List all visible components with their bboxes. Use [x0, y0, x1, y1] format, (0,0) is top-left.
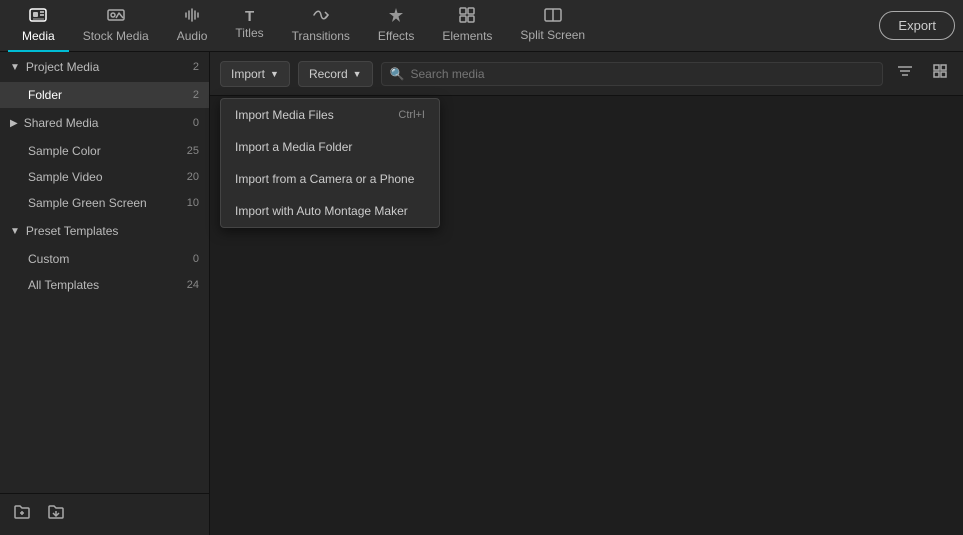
search-input[interactable] — [411, 67, 875, 81]
titles-icon: T — [245, 9, 254, 24]
top-navigation: Media Stock Media Audio T Titles Transit… — [0, 0, 963, 52]
sidebar-item-label-sample-video: Sample Video — [28, 170, 103, 184]
sidebar-item-label-all-templates: All Templates — [28, 278, 99, 292]
sidebar-item-label-folder: Folder — [28, 88, 62, 102]
nav-label-effects: Effects — [378, 29, 414, 43]
sidebar-item-sample-color[interactable]: Sample Color 25 — [0, 138, 209, 164]
main-layout: ▼ Project Media 2 Folder 2 ▶ Shared Medi… — [0, 52, 963, 535]
sidebar-group-project-media[interactable]: ▼ Project Media 2 — [0, 52, 209, 82]
dropdown-item-label-import-media-folder: Import a Media Folder — [235, 140, 352, 154]
sidebar-group-label-preset-templates: Preset Templates — [26, 224, 119, 238]
nav-item-media[interactable]: Media — [8, 0, 69, 52]
nav-item-titles[interactable]: T Titles — [221, 0, 277, 52]
effects-icon — [388, 7, 404, 27]
sidebar-item-label-sample-green-screen: Sample Green Screen — [28, 196, 147, 210]
content-area: Import ▼ Record ▼ 🔍 Import Media Files — [210, 52, 963, 535]
nav-label-media: Media — [22, 29, 55, 43]
sidebar-group-count-project-media: 2 — [193, 61, 199, 73]
dropdown-item-import-media-folder[interactable]: Import a Media Folder — [221, 131, 439, 163]
nav-label-titles: Titles — [235, 26, 263, 40]
nav-label-elements: Elements — [442, 29, 492, 43]
chevron-down-icon-2: ▼ — [10, 226, 20, 237]
chevron-down-icon-3: ▼ — [270, 69, 279, 79]
sidebar-item-label-sample-color: Sample Color — [28, 144, 101, 158]
dropdown-item-label-import-camera-phone: Import from a Camera or a Phone — [235, 172, 414, 186]
sidebar-item-sample-video[interactable]: Sample Video 20 — [0, 164, 209, 190]
import-folder-button[interactable] — [44, 500, 68, 529]
sidebar-item-custom[interactable]: Custom 0 — [0, 246, 209, 272]
toolbar: Import ▼ Record ▼ 🔍 — [210, 52, 963, 96]
nav-item-elements[interactable]: Elements — [428, 0, 506, 52]
sidebar-item-folder[interactable]: Folder 2 — [0, 82, 209, 108]
record-label: Record — [309, 67, 348, 81]
nav-item-effects[interactable]: Effects — [364, 0, 428, 52]
sidebar-item-label-custom: Custom — [28, 252, 69, 266]
sidebar-item-count-sample-color: 25 — [187, 145, 199, 157]
sidebar-item-all-templates[interactable]: All Templates 24 — [0, 272, 209, 298]
dropdown-item-label-import-auto-montage: Import with Auto Montage Maker — [235, 204, 408, 218]
export-button[interactable]: Export — [879, 11, 955, 40]
nav-item-split-screen[interactable]: Split Screen — [506, 0, 599, 52]
split-screen-icon — [544, 8, 562, 26]
elements-icon — [459, 7, 475, 27]
media-icon — [29, 7, 47, 27]
sidebar-group-label-shared-media: Shared Media — [24, 116, 99, 130]
audio-icon — [184, 7, 200, 27]
sidebar-item-count-folder: 2 — [193, 89, 199, 101]
filter-button[interactable] — [891, 60, 919, 87]
dropdown-item-shortcut-import-media-files: Ctrl+I — [398, 109, 425, 121]
search-box: 🔍 — [381, 62, 883, 86]
sidebar-item-sample-green-screen[interactable]: Sample Green Screen 10 — [0, 190, 209, 216]
stock-media-icon — [107, 7, 125, 27]
sidebar-group-count-shared-media: 0 — [193, 117, 199, 129]
sidebar-group-shared-media[interactable]: ▶ Shared Media 0 — [0, 108, 209, 138]
new-folder-button[interactable] — [10, 500, 34, 529]
sidebar-footer — [0, 493, 209, 535]
nav-item-audio[interactable]: Audio — [163, 0, 222, 52]
chevron-right-icon: ▶ — [10, 118, 18, 129]
sidebar-item-count-sample-video: 20 — [187, 171, 199, 183]
search-icon: 🔍 — [390, 67, 405, 81]
import-dropdown-menu: Import Media Files Ctrl+I Import a Media… — [220, 98, 440, 228]
transitions-icon — [312, 7, 330, 27]
import-label: Import — [231, 67, 265, 81]
dropdown-item-import-auto-montage[interactable]: Import with Auto Montage Maker — [221, 195, 439, 227]
nav-label-audio: Audio — [177, 29, 208, 43]
nav-label-transitions: Transitions — [292, 29, 350, 43]
sidebar-item-count-custom: 0 — [193, 253, 199, 265]
sidebar-group-preset-templates[interactable]: ▼ Preset Templates — [0, 216, 209, 246]
nav-label-stock-media: Stock Media — [83, 29, 149, 43]
chevron-down-icon-4: ▼ — [353, 69, 362, 79]
record-dropdown-button[interactable]: Record ▼ — [298, 61, 373, 87]
nav-label-split-screen: Split Screen — [520, 28, 585, 42]
grid-view-button[interactable] — [927, 60, 953, 87]
dropdown-item-label-import-media-files: Import Media Files — [235, 108, 334, 122]
chevron-down-icon: ▼ — [10, 62, 20, 73]
sidebar-group-label-project-media: Project Media — [26, 60, 99, 74]
sidebar-item-count-sample-green-screen: 10 — [187, 197, 199, 209]
import-dropdown-button[interactable]: Import ▼ — [220, 61, 290, 87]
dropdown-item-import-camera-phone[interactable]: Import from a Camera or a Phone — [221, 163, 439, 195]
dropdown-item-import-media-files[interactable]: Import Media Files Ctrl+I — [221, 99, 439, 131]
nav-item-stock-media[interactable]: Stock Media — [69, 0, 163, 52]
sidebar-item-count-all-templates: 24 — [187, 279, 199, 291]
sidebar: ▼ Project Media 2 Folder 2 ▶ Shared Medi… — [0, 52, 210, 535]
nav-item-transitions[interactable]: Transitions — [278, 0, 364, 52]
